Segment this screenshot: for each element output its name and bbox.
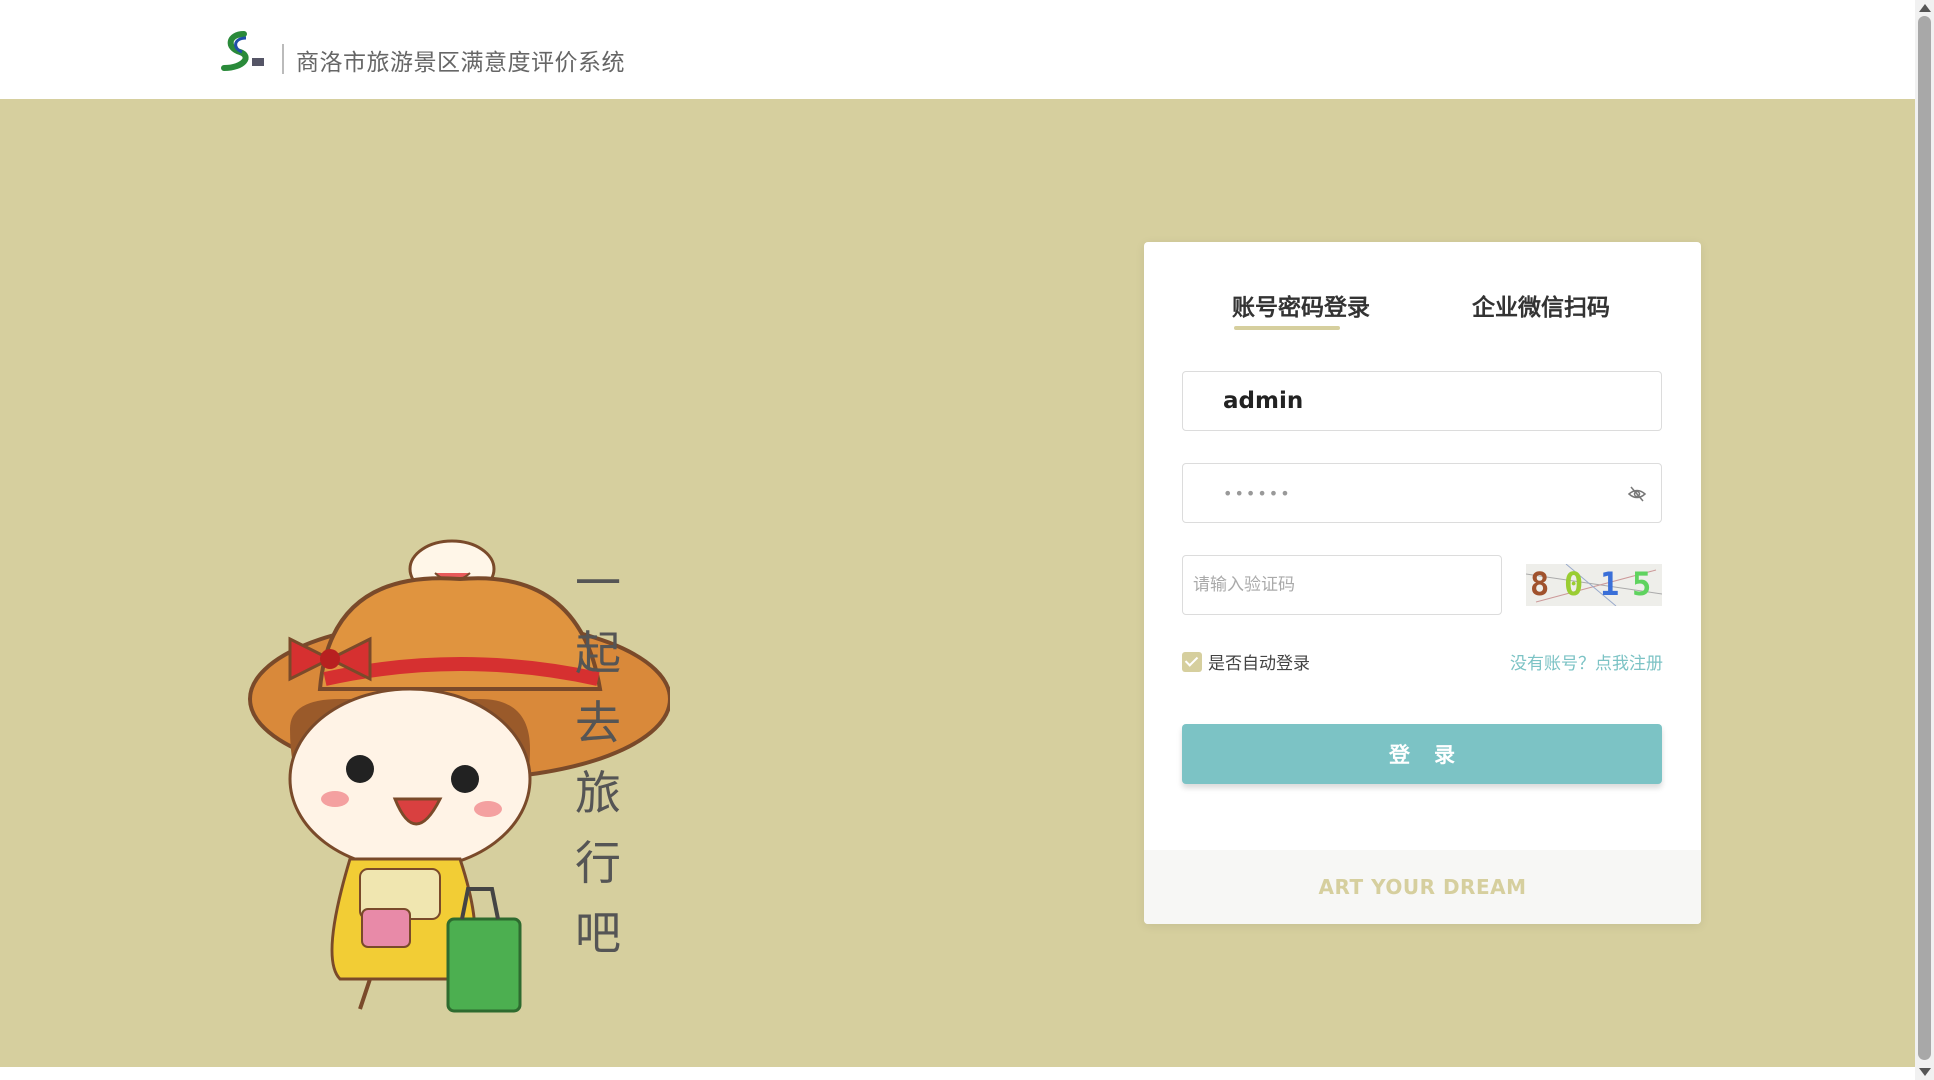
password-input[interactable] (1183, 464, 1661, 522)
captcha-digit: 1 (1600, 565, 1620, 603)
login-card: 账号密码登录 企业微信扫码 8 0 1 5 (1144, 242, 1701, 924)
auto-login-option[interactable]: 是否自动登录 (1182, 649, 1310, 674)
captcha-field[interactable] (1182, 555, 1502, 615)
girl-traveler-illustration: 一 起 去 旅 行 吧 (248, 539, 670, 1013)
captcha-digit: 0 (1564, 565, 1584, 603)
svg-text:一: 一 (575, 556, 621, 610)
auto-login-label: 是否自动登录 (1208, 654, 1310, 674)
login-page-background: 一 起 去 旅 行 吧 账号密码登录 企业微信扫码 admin •••••• 请… (0, 99, 1915, 1067)
username-input[interactable] (1183, 372, 1661, 430)
captcha-digit: 5 (1632, 565, 1652, 603)
tab-wechat-scan[interactable]: 企业微信扫码 (1472, 288, 1610, 322)
shangluo-logo-icon (221, 31, 264, 71)
captcha-input[interactable] (1183, 556, 1501, 614)
scroll-down-arrow-icon[interactable] (1919, 1068, 1931, 1076)
vertical-scrollbar[interactable] (1915, 0, 1934, 1080)
captcha-digit: 8 (1530, 565, 1550, 603)
footer-strip (0, 1067, 1915, 1080)
logo-divider (282, 44, 284, 74)
svg-text:起: 起 (575, 626, 621, 680)
card-footer-slogan: ART YOUR DREAM (1144, 850, 1701, 924)
tab-account-password[interactable]: 账号密码登录 (1232, 288, 1370, 322)
app-title: 商洛市旅游景区满意度评价系统 (296, 50, 625, 76)
captcha-image[interactable]: 8 0 1 5 (1526, 564, 1662, 606)
scroll-thumb[interactable] (1918, 16, 1931, 1060)
password-field[interactable] (1182, 463, 1662, 523)
scroll-up-arrow-icon[interactable] (1919, 4, 1931, 12)
top-header: 商洛市旅游景区满意度评价系统 (0, 0, 1915, 99)
svg-text:吧: 吧 (575, 906, 621, 960)
register-link[interactable]: 没有账号？点我注册 (1510, 649, 1663, 674)
active-tab-indicator (1234, 326, 1340, 330)
svg-text:行: 行 (575, 836, 621, 890)
svg-text:旅: 旅 (575, 766, 621, 820)
svg-text:去: 去 (575, 696, 621, 750)
login-button[interactable]: 登录 (1182, 724, 1662, 784)
eye-slash-icon[interactable] (1627, 484, 1647, 504)
username-field[interactable] (1182, 371, 1662, 431)
auto-login-checkbox[interactable] (1182, 651, 1202, 672)
